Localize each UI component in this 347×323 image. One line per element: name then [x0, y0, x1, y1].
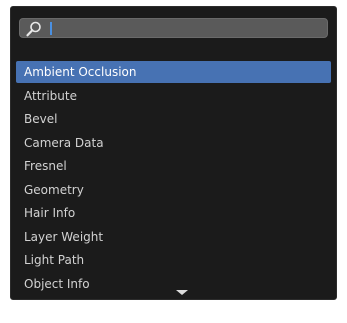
- text-caret: [50, 22, 52, 35]
- list-item-ambient-occlusion[interactable]: Ambient Occlusion: [16, 61, 331, 83]
- list-item-object-info[interactable]: Object Info: [16, 273, 331, 297]
- list-item-layer-weight[interactable]: Layer Weight: [16, 226, 331, 250]
- list-item-geometry[interactable]: Geometry: [16, 179, 331, 203]
- chevron-down-icon[interactable]: [176, 290, 188, 295]
- search-menu-popup: Ambient Occlusion Attribute Bevel Camera…: [10, 6, 337, 300]
- search-input[interactable]: [54, 19, 321, 37]
- list-item-fresnel[interactable]: Fresnel: [16, 155, 331, 179]
- node-list: Ambient Occlusion Attribute Bevel Camera…: [11, 61, 336, 296]
- list-item-light-path[interactable]: Light Path: [16, 249, 331, 273]
- list-item-camera-data[interactable]: Camera Data: [16, 132, 331, 156]
- search-bar[interactable]: [19, 18, 328, 38]
- list-item-bevel[interactable]: Bevel: [16, 108, 331, 132]
- list-item-attribute[interactable]: Attribute: [16, 85, 331, 109]
- search-icon: [25, 20, 43, 38]
- list-item-hair-info[interactable]: Hair Info: [16, 202, 331, 226]
